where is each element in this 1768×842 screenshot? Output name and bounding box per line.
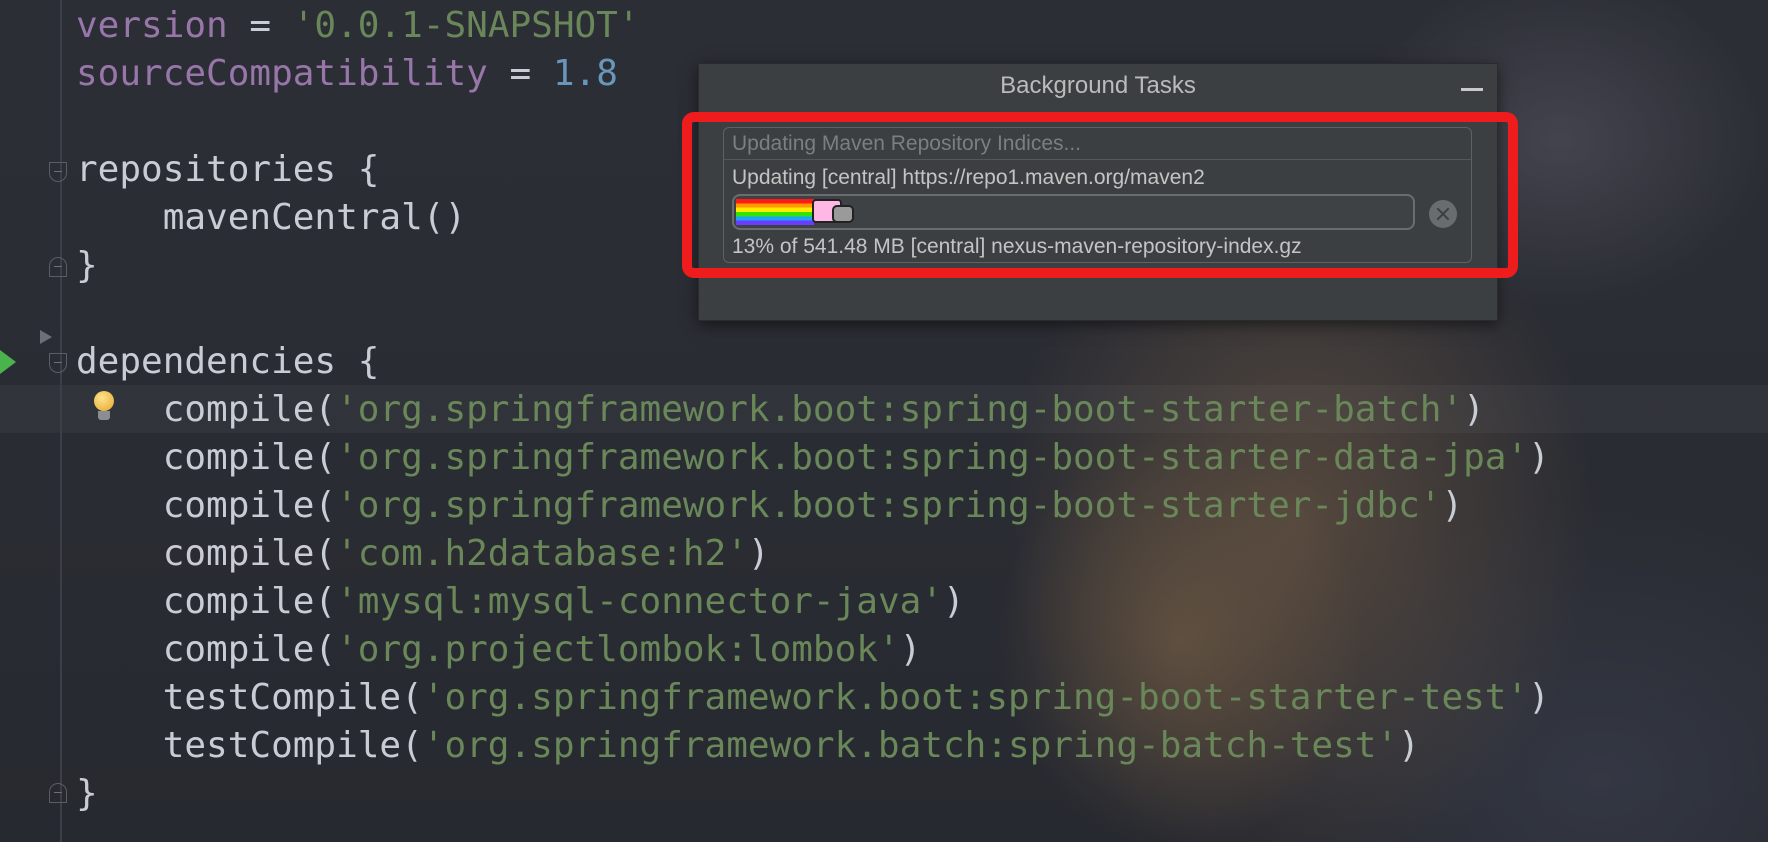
code-line[interactable]: sourceCompatibility = 1.8: [76, 50, 618, 98]
code-token: ): [899, 629, 922, 670]
code-line[interactable]: }: [76, 242, 98, 290]
code-line[interactable]: compile('org.springframework.boot:spring…: [76, 434, 1550, 482]
code-line[interactable]: testCompile('org.springframework.boot:sp…: [76, 674, 1550, 722]
code-token: 'mysql:mysql-connector-java': [336, 581, 943, 622]
fold-open-icon[interactable]: [49, 353, 67, 373]
code-token: 'org.springframework.boot:spring-boot-st…: [336, 485, 1442, 526]
code-token: }: [76, 245, 98, 286]
code-token: ): [1463, 389, 1485, 430]
code-token: }: [76, 773, 98, 814]
fold-open-icon[interactable]: [49, 162, 67, 182]
code-token: dependencies {: [76, 341, 380, 382]
code-token: testCompile(: [76, 677, 423, 718]
code-token: 'org.springframework.boot:spring-boot-st…: [336, 389, 1464, 430]
code-token: =: [227, 5, 293, 46]
code-line[interactable]: repositories {: [76, 146, 379, 194]
code-token: testCompile(: [76, 725, 423, 766]
code-token: 'org.projectlombok:lombok': [336, 629, 900, 670]
code-line[interactable]: testCompile('org.springframework.batch:s…: [76, 722, 1420, 770]
code-line[interactable]: compile('org.springframework.boot:spring…: [76, 386, 1485, 434]
fold-close-icon[interactable]: [49, 257, 67, 277]
code-token: mavenCentral(): [76, 197, 467, 238]
code-token: ): [1398, 725, 1420, 766]
code-line[interactable]: compile('org.springframework.boot:spring…: [76, 482, 1463, 530]
code-token: =: [487, 53, 553, 94]
panel-title: Background Tasks: [1000, 72, 1196, 99]
code-line[interactable]: mavenCentral(): [76, 194, 466, 242]
code-token: ): [942, 581, 965, 622]
code-token: ): [1528, 677, 1550, 718]
code-token: ): [1528, 437, 1550, 478]
fold-close-icon[interactable]: [49, 783, 67, 803]
code-token: compile(: [76, 629, 337, 670]
code-token: '0.0.1-SNAPSHOT': [292, 5, 640, 46]
code-token: repositories {: [76, 149, 380, 190]
code-line[interactable]: compile('org.projectlombok:lombok'): [76, 626, 922, 674]
code-line[interactable]: compile('mysql:mysql-connector-java'): [76, 578, 965, 626]
code-token: compile(: [76, 437, 337, 478]
minimize-icon[interactable]: [1459, 74, 1485, 98]
code-line[interactable]: }: [76, 770, 98, 818]
red-highlight-box: [682, 112, 1518, 278]
code-token: compile(: [76, 485, 337, 526]
lightbulb-icon[interactable]: [92, 391, 116, 423]
code-token: compile(: [76, 533, 337, 574]
code-token: 'org.springframework.boot:spring-boot-st…: [336, 437, 1529, 478]
code-token: version: [76, 5, 228, 46]
gutter-separator: [60, 0, 62, 842]
code-line[interactable]: version = '0.0.1-SNAPSHOT': [76, 2, 640, 50]
code-token: ): [1441, 485, 1464, 526]
code-token: 'org.springframework.batch:spring-batch-…: [422, 725, 1399, 766]
gutter-arrow-icon[interactable]: [40, 330, 52, 344]
code-line[interactable]: compile('com.h2database:h2'): [76, 530, 770, 578]
code-token: sourceCompatibility: [76, 53, 488, 94]
code-token: 'com.h2database:h2': [336, 533, 748, 574]
code-token: compile(: [76, 581, 337, 622]
code-token: ): [747, 533, 770, 574]
run-gutter-icon[interactable]: [0, 350, 16, 374]
code-line[interactable]: dependencies {: [76, 338, 379, 386]
code-token: 1.8: [552, 53, 618, 94]
code-token: 'org.springframework.boot:spring-boot-st…: [422, 677, 1529, 718]
